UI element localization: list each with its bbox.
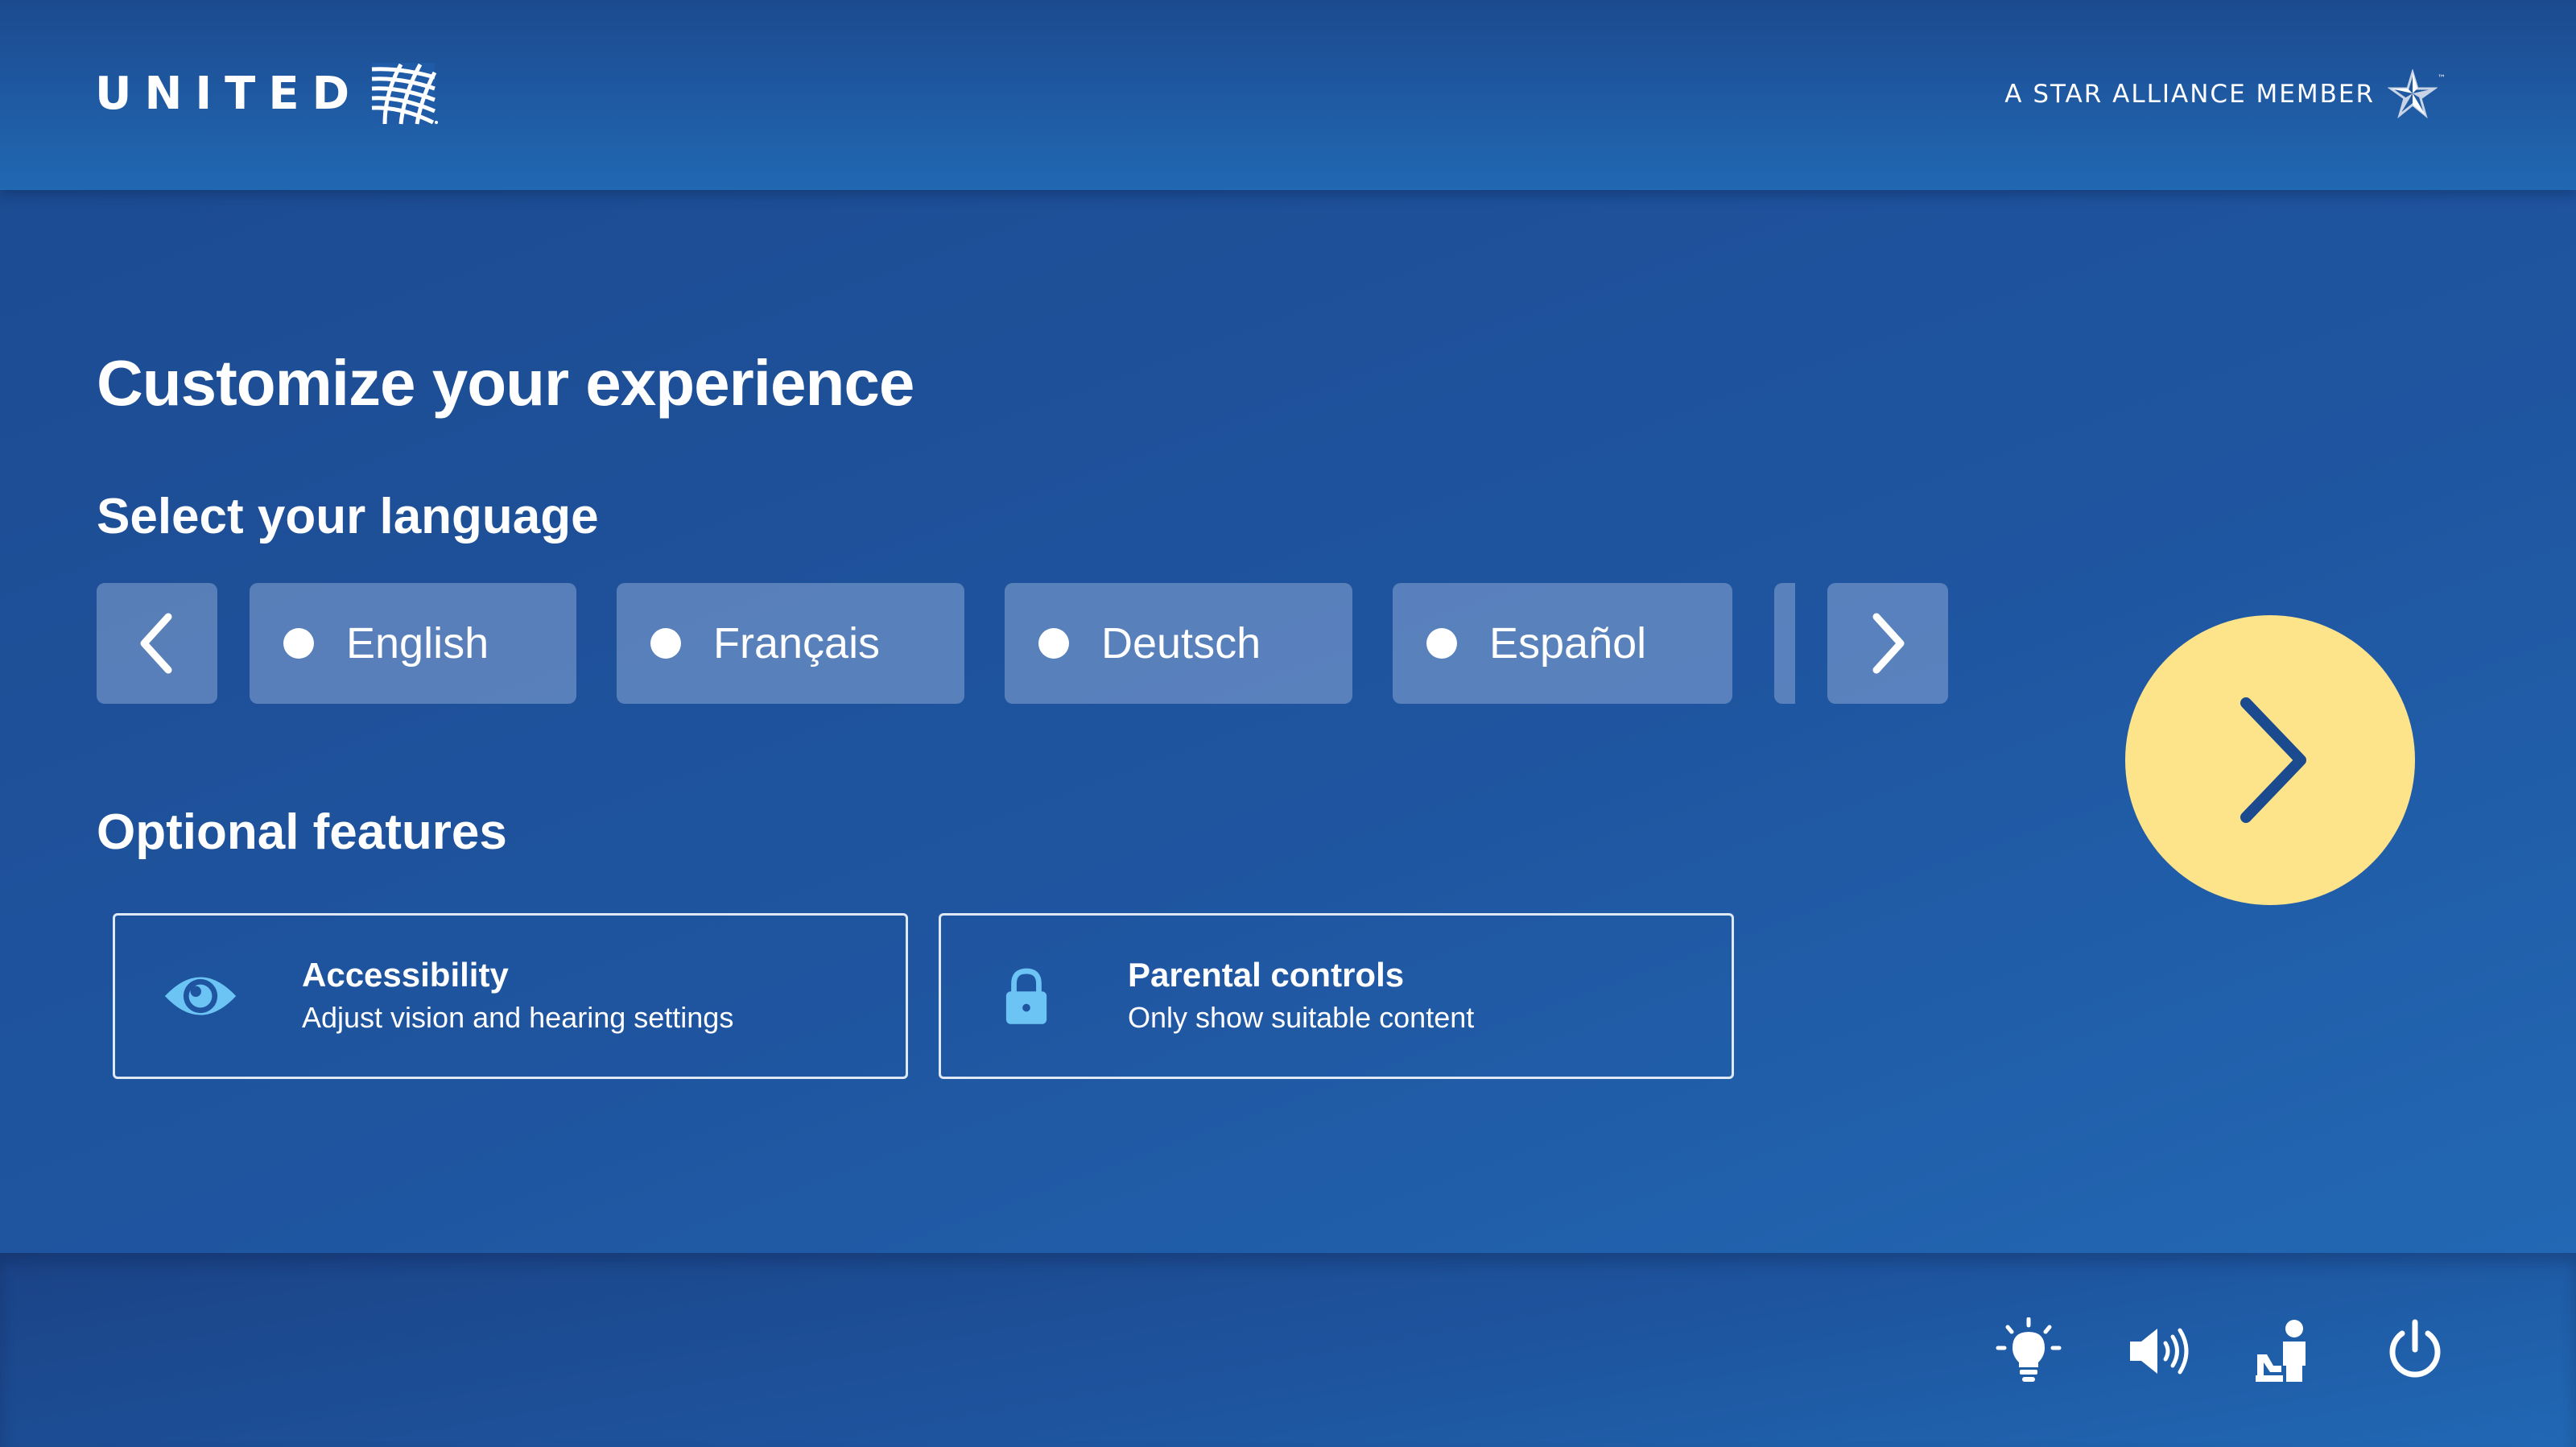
call-attendant-icon (2256, 1320, 2306, 1382)
alliance-text: A STAR ALLIANCE MEMBER (2004, 80, 2375, 109)
volume-icon (2130, 1328, 2189, 1375)
optional-features-label: Optional features (97, 804, 507, 860)
language-option-english[interactable]: English (250, 583, 576, 704)
page-title: Customize your experience (97, 347, 914, 419)
feature-name: Parental controls (1128, 956, 1405, 994)
radio-button[interactable] (283, 628, 314, 659)
radio-button[interactable] (1038, 628, 1069, 659)
volume-button[interactable] (2125, 1317, 2193, 1385)
language-option-deutsch[interactable]: Deutsch (1005, 583, 1352, 704)
language-option-espanol[interactable]: Español (1393, 583, 1732, 704)
radio-button[interactable] (650, 628, 681, 659)
united-logo: UNITED (95, 60, 439, 127)
eye-icon (160, 956, 241, 1036)
reading-light-button[interactable] (1995, 1317, 2062, 1385)
parental-controls-button[interactable]: Parental controls Only show suitable con… (939, 913, 1734, 1079)
language-label: Español (1489, 619, 1647, 668)
language-prev-button[interactable] (97, 583, 217, 704)
power-button[interactable] (2381, 1317, 2449, 1385)
accessibility-text: Accessibility Adjust vision and hearing … (302, 953, 733, 1039)
globe-logo-icon (371, 63, 439, 125)
language-option-francais[interactable]: Français (617, 583, 964, 704)
star-alliance-icon (2388, 69, 2438, 119)
language-section-label: Select your language (97, 489, 599, 544)
accessibility-button[interactable]: Accessibility Adjust vision and hearing … (113, 913, 908, 1079)
call-attendant-button[interactable] (2252, 1317, 2320, 1385)
trademark-mark: ™ (2438, 74, 2446, 83)
chevron-right-icon (1872, 613, 1905, 674)
continue-button[interactable] (2125, 615, 2415, 905)
language-next-button[interactable] (1827, 583, 1948, 704)
light-bulb-icon (1996, 1317, 2062, 1382)
chevron-right-icon (2240, 697, 2306, 823)
chevron-left-icon (140, 613, 172, 674)
star-alliance-badge: A STAR ALLIANCE MEMBER ™ (2004, 69, 2446, 119)
feature-description: Adjust vision and hearing settings (302, 1001, 734, 1034)
brand-wordmark: UNITED (95, 67, 363, 120)
parental-controls-text: Parental controls Only show suitable con… (1128, 953, 1474, 1039)
language-label: Français (713, 619, 881, 668)
feature-name: Accessibility (302, 956, 509, 994)
header-bar: UNITED A STAR ALLIANCE MEMBER ™ (0, 0, 2576, 190)
language-label: English (346, 619, 489, 668)
language-option-partial[interactable] (1774, 583, 1795, 704)
feature-description: Only show suitable content (1128, 1001, 1475, 1034)
language-label: Deutsch (1101, 619, 1261, 668)
lock-icon (986, 956, 1067, 1036)
radio-button[interactable] (1426, 628, 1457, 659)
screen: UNITED A STAR ALLIANCE MEMBER ™ Customiz… (0, 0, 2576, 1447)
power-icon (2389, 1319, 2441, 1378)
